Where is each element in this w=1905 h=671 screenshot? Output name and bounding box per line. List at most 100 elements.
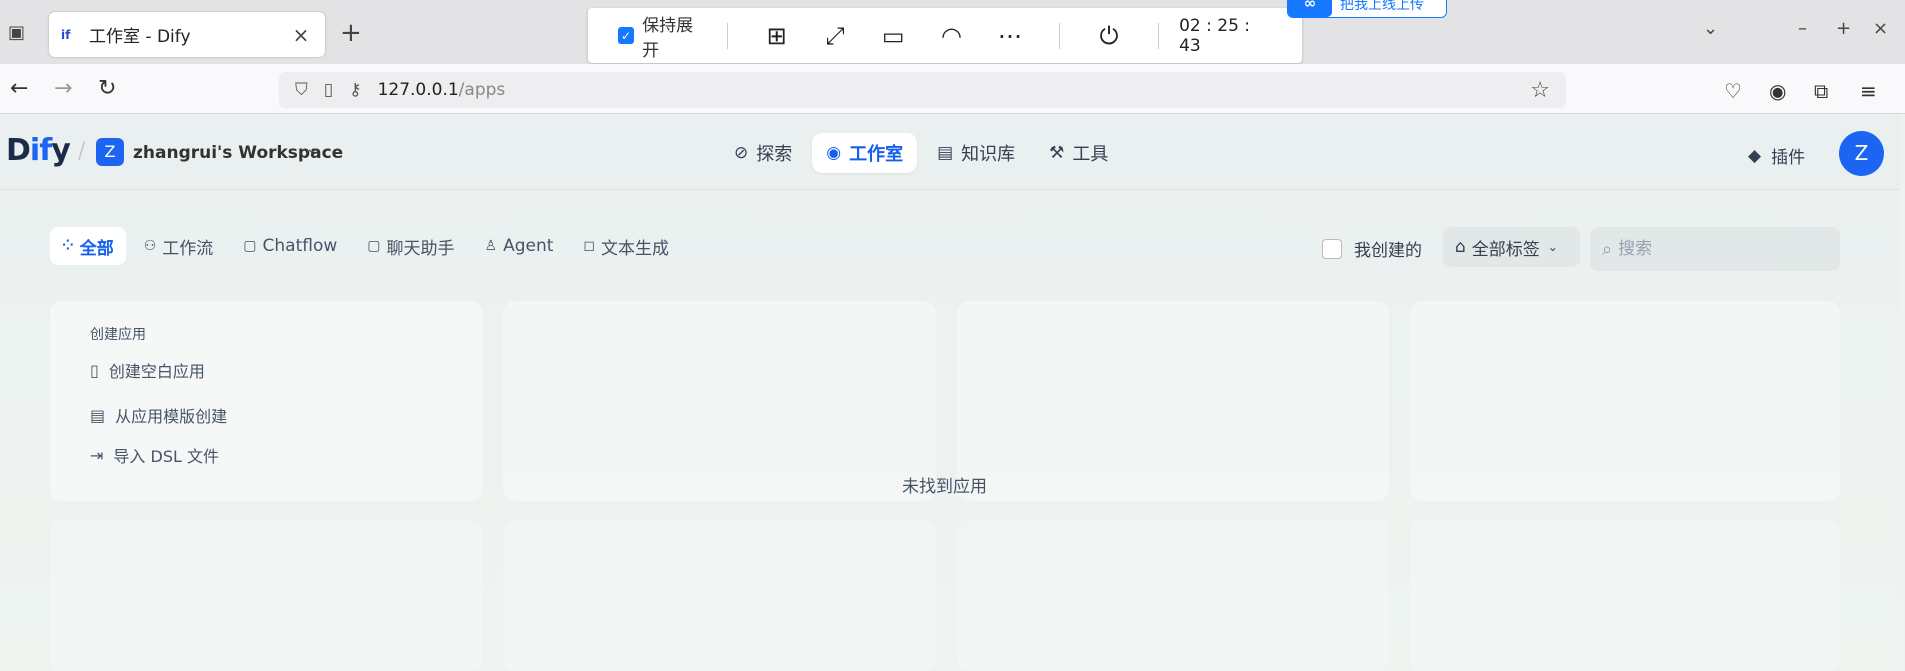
import-dsl-button[interactable]: ⇥ 导入 DSL 文件: [90, 443, 219, 467]
pocket-icon[interactable]: ♡: [1724, 79, 1742, 103]
more-options-icon[interactable]: ⋯: [994, 22, 1026, 50]
book-icon: ▤: [937, 143, 954, 163]
plugin-label: 插件: [1771, 148, 1806, 168]
add-window-icon[interactable]: ⊞: [761, 22, 793, 50]
key-icon[interactable]: ⚷: [349, 80, 361, 100]
chevron-down-icon[interactable]: ⌄: [306, 141, 318, 157]
browser-tab[interactable]: if 工作室 - Dify ×: [49, 12, 325, 57]
nav-studio[interactable]: ◉ 工作室: [812, 133, 918, 173]
nav-label: 工作室: [849, 144, 904, 165]
workflow-icon: ⚇: [143, 238, 157, 254]
filter-text-generation[interactable]: ◻ 文本生成: [571, 227, 681, 265]
chat-bubble-icon: ▢: [243, 238, 257, 254]
tag-icon: ⌂: [1455, 237, 1466, 257]
created-by-me-label: 我创建的: [1354, 241, 1422, 261]
placeholder-card: [50, 520, 482, 671]
search-box[interactable]: ⌕: [1590, 227, 1840, 271]
placeholder-card: [1410, 301, 1840, 501]
logo-text: D: [6, 133, 31, 168]
app-header: Dify / Z zhangrui's Workspace ⌄ ⊘ 探索 ◉ 工作室…: [0, 115, 1900, 190]
keep-expanded-checkbox[interactable]: ✓: [618, 27, 635, 44]
nav-label: 知识库: [961, 144, 1016, 165]
create-blank-app-button[interactable]: ▯ 创建空白应用: [90, 358, 205, 382]
toolbar-divider: [726, 22, 728, 49]
shield-icon[interactable]: ⛉: [295, 80, 308, 100]
close-window-icon[interactable]: ×: [1873, 18, 1888, 39]
note-icon: ◻: [583, 238, 596, 254]
filter-label: 文本生成: [601, 238, 670, 259]
main-nav: ⊘ 探索 ◉ 工作室 ▤ 知识库 ⚒ 工具: [720, 133, 1128, 173]
create-app-card: 创建应用 ▯ 创建空白应用 ▤ 从应用模版创建 ⇥ 导入 DSL 文件: [50, 301, 482, 501]
created-by-me-checkbox[interactable]: [1322, 238, 1342, 259]
logo-text: y: [51, 133, 71, 168]
extensions-icon[interactable]: ⧉: [1814, 79, 1828, 103]
plugin-button[interactable]: ◆ 插件: [1748, 143, 1806, 169]
badge-logo-icon: ∞: [1288, 0, 1332, 17]
filter-label: Chatflow: [262, 236, 338, 256]
filter-workflow[interactable]: ⚇ 工作流: [132, 227, 226, 265]
address-bar[interactable]: ⛉ ▯ ⚷ 127.0.0.1 /apps ☆: [279, 72, 1566, 108]
placeholder-card: [1410, 520, 1840, 671]
tab-list-icon[interactable]: ▣: [8, 22, 25, 43]
create-app-title: 创建应用: [90, 327, 146, 343]
nav-label: 工具: [1072, 144, 1109, 165]
menu-icon[interactable]: ≡: [1860, 79, 1877, 103]
back-arrow-icon[interactable]: ←: [10, 76, 28, 101]
dify-logo[interactable]: Dify: [6, 133, 71, 168]
tab-favicon: if: [61, 27, 71, 42]
filter-label: Agent: [503, 236, 554, 256]
placeholder-card: [503, 301, 936, 501]
create-from-template-button[interactable]: ▤ 从应用模版创建: [90, 403, 227, 427]
workspace-avatar[interactable]: Z: [96, 138, 124, 166]
agent-icon: ♙: [484, 238, 498, 254]
placeholder-card: [503, 520, 936, 671]
grid-icon: ⁘: [62, 238, 74, 254]
reload-icon[interactable]: ↻: [98, 76, 116, 101]
compass-icon: ⊘: [734, 143, 749, 163]
create-blank-label: 创建空白应用: [108, 362, 205, 381]
created-by-me-toggle[interactable]: 我创建的: [1322, 236, 1422, 261]
message-icon: ▢: [367, 238, 381, 254]
power-icon[interactable]: ⏻: [1093, 22, 1125, 50]
nav-knowledge[interactable]: ▤ 知识库: [923, 133, 1029, 173]
session-timer: 02 : 25 : 43: [1179, 15, 1251, 56]
tag-filter-select[interactable]: ⌂ 全部标签 ⌄: [1443, 227, 1580, 267]
dify-app: Dify / Z zhangrui's Workspace ⌄ ⊘ 探索 ◉ 工作室…: [0, 115, 1900, 671]
filter-all[interactable]: ⁘ 全部: [50, 227, 126, 265]
toolbar-divider: [1058, 22, 1060, 49]
tag-filter-label: 全部标签: [1471, 239, 1540, 260]
minimize-window-icon[interactable]: –: [1798, 18, 1807, 39]
url-host: 127.0.0.1: [377, 80, 459, 100]
hammer-icon: ⚒: [1049, 143, 1065, 163]
import-icon: ⇥: [90, 445, 104, 465]
url-path: /apps: [458, 80, 506, 100]
remote-control-toolbar: ✓ 保持展开 ⊞ ⤢ ▭ ◠ ⋯ ⏻ 02 : 25 : 43: [588, 8, 1302, 63]
search-input[interactable]: [1618, 239, 1809, 259]
empty-state-text: 未找到应用: [902, 477, 987, 497]
nav-tools[interactable]: ⚒ 工具: [1035, 133, 1122, 173]
bookmark-star-icon[interactable]: ☆: [1530, 78, 1550, 103]
fullscreen-icon[interactable]: ⤢: [819, 22, 851, 50]
monitor-icon[interactable]: ▭: [877, 22, 909, 50]
toolbar-divider: [1158, 22, 1160, 49]
tab-overflow-chevron-icon[interactable]: ⌄: [1703, 18, 1718, 39]
new-tab-button[interactable]: +: [340, 18, 362, 48]
maximize-window-icon[interactable]: +: [1836, 18, 1851, 39]
chevron-down-icon: ⌄: [1547, 240, 1558, 254]
close-tab-icon[interactable]: ×: [289, 23, 313, 47]
new-file-icon: ▯: [90, 360, 99, 380]
filter-label: 全部: [79, 238, 114, 259]
nav-label: 探索: [756, 144, 793, 165]
filter-agent[interactable]: ♙ Agent: [473, 227, 566, 265]
filter-chatflow[interactable]: ▢ Chatflow: [231, 227, 349, 265]
upload-badge[interactable]: ∞ 把我上线上传: [1287, 0, 1447, 18]
forward-arrow-icon[interactable]: →: [54, 76, 72, 101]
user-avatar[interactable]: Z: [1839, 131, 1884, 176]
keep-expanded-label: 保持展开: [642, 15, 694, 61]
filter-chat-assistant[interactable]: ▢ 聊天助手: [355, 227, 466, 265]
account-icon[interactable]: ◉: [1769, 79, 1786, 103]
nav-explore[interactable]: ⊘ 探索: [720, 133, 806, 173]
app-type-filters: ⁘ 全部 ⚇ 工作流 ▢ Chatflow ▢ 聊天助手 ♙ Agent ◻ 文本生成: [50, 227, 687, 265]
wifi-icon[interactable]: ◠: [935, 22, 967, 50]
page-icon: ▯: [323, 80, 334, 100]
